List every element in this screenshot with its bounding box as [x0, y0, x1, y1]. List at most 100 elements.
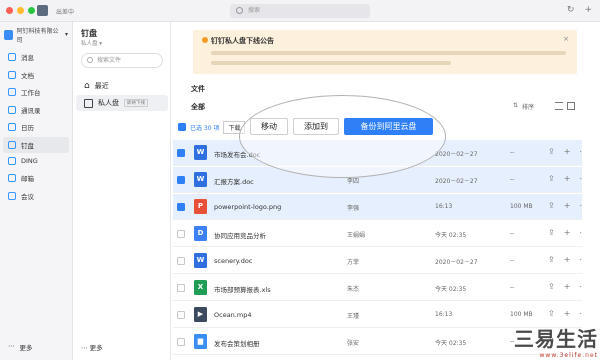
- file-row[interactable]: Ppowerpoint-logo.png 李强 16:13 100 MB ⇪ + ⋯: [173, 194, 582, 220]
- sidebar-more[interactable]: ⋯ 更多: [8, 342, 33, 352]
- file-name[interactable]: 协同应用竞品分析: [214, 230, 266, 240]
- panel-item-private-label: 私人盘: [98, 99, 119, 107]
- mail-icon: [8, 174, 16, 182]
- sidebar-item-7[interactable]: 邮箱: [0, 170, 72, 186]
- file-owner: 朱杰: [347, 286, 360, 293]
- close-icon[interactable]: ×: [563, 35, 569, 43]
- move-button[interactable]: 移动: [250, 118, 288, 135]
- org-icon: [4, 29, 14, 40]
- more-icon[interactable]: ⋯: [579, 201, 582, 210]
- minimize-window-button[interactable]: [17, 7, 24, 14]
- file-type-icon: W: [194, 253, 207, 268]
- message-icon: [8, 53, 16, 61]
- sidebar-item-2[interactable]: 工作台: [0, 84, 72, 100]
- panel-item-private[interactable]: 私人盘 即将下线: [76, 95, 168, 111]
- panel-more[interactable]: ⋯ 更多: [81, 342, 103, 352]
- contacts-icon: [8, 105, 16, 114]
- add-icon[interactable]: +: [564, 147, 571, 156]
- add-icon[interactable]: +: [564, 309, 571, 318]
- share-icon[interactable]: ⇪: [548, 174, 555, 183]
- row-checkbox[interactable]: [177, 149, 185, 157]
- sidebar-item-6[interactable]: DING: [0, 153, 72, 169]
- search-icon: [87, 57, 93, 63]
- sidebar-item-4[interactable]: 日历: [0, 119, 72, 135]
- more-icon[interactable]: ⋯: [579, 282, 582, 291]
- select-all-checkbox[interactable]: [178, 123, 186, 131]
- more-icon[interactable]: ⋯: [579, 309, 582, 318]
- file-date: 2020－02－27: [435, 178, 478, 185]
- org-switcher[interactable]: 阿钉科技有限公司 ▾: [4, 27, 68, 44]
- sidebar-item-3[interactable]: 通讯录: [0, 102, 72, 118]
- panel-item-recent-label: 最近: [94, 82, 109, 90]
- close-window-button[interactable]: [6, 7, 13, 14]
- more-icon[interactable]: ⋯: [579, 174, 582, 183]
- history-icon[interactable]: ↻: [567, 5, 575, 15]
- meeting-icon: [8, 191, 16, 200]
- add-to-button[interactable]: 添加到: [293, 118, 339, 135]
- file-type-icon: W: [194, 145, 207, 160]
- panel-title: 钉盘: [81, 29, 97, 38]
- notice-banner: 钉钉私人盘下线公告 ×: [193, 30, 577, 74]
- file-row[interactable]: D 协同应用竞品分析 王娟娟 今天 02:35 -- ⇪ + ⋯: [173, 221, 582, 247]
- sidebar-item-label: 消息: [21, 54, 34, 62]
- share-icon[interactable]: ⇪: [548, 282, 555, 291]
- file-owner: 王瑾: [347, 313, 360, 320]
- file-name[interactable]: 发布会策划相册: [214, 338, 260, 348]
- section-title: 文件: [191, 85, 205, 93]
- global-search[interactable]: 搜索: [230, 4, 370, 18]
- maximize-window-button[interactable]: [28, 7, 35, 14]
- user-status[interactable]: 出差中: [56, 7, 74, 16]
- file-search-input[interactable]: 搜索文件: [81, 53, 163, 68]
- panel-item-recent[interactable]: ⌂ 最近: [76, 78, 168, 94]
- row-checkbox[interactable]: [177, 338, 185, 346]
- add-icon[interactable]: +: [584, 5, 592, 15]
- calendar-icon: [8, 123, 16, 131]
- row-checkbox[interactable]: [177, 257, 185, 265]
- sidebar-item-1[interactable]: 文档: [0, 67, 72, 83]
- file-date: 今天 02:35: [435, 286, 467, 293]
- file-name[interactable]: Ocean.mp4: [214, 311, 251, 319]
- add-icon[interactable]: +: [564, 282, 571, 291]
- share-icon[interactable]: ⇪: [548, 309, 555, 318]
- sort-label: 排序: [522, 104, 535, 111]
- file-name[interactable]: 市场部预算报表.xls: [214, 284, 271, 294]
- share-icon[interactable]: ⇪: [548, 201, 555, 210]
- file-name[interactable]: 汇报方案.doc: [214, 176, 254, 186]
- sidebar-item-8[interactable]: 会议: [0, 188, 72, 204]
- sidebar-item-label: 工作台: [21, 89, 41, 97]
- user-avatar[interactable]: [37, 5, 48, 16]
- grid-view-icon[interactable]: [567, 102, 575, 110]
- file-name[interactable]: scenery.doc: [214, 257, 252, 265]
- add-icon[interactable]: +: [564, 228, 571, 237]
- row-checkbox[interactable]: [177, 311, 185, 319]
- file-size: --: [510, 149, 515, 156]
- file-name[interactable]: powerpoint-logo.png: [214, 203, 281, 211]
- row-checkbox[interactable]: [177, 176, 185, 184]
- row-checkbox[interactable]: [177, 203, 185, 211]
- file-size: 100 MB: [510, 203, 533, 210]
- file-row[interactable]: X 市场部预算报表.xls 朱杰 今天 02:35 -- ⇪ + ⋯: [173, 275, 582, 301]
- list-view-icon[interactable]: [555, 102, 563, 110]
- add-icon[interactable]: +: [564, 201, 571, 210]
- sort-button[interactable]: ⇅ 排序: [513, 102, 534, 111]
- more-icon[interactable]: ⋯: [579, 228, 582, 237]
- row-checkbox[interactable]: [177, 284, 185, 292]
- row-checkbox[interactable]: [177, 230, 185, 238]
- add-icon[interactable]: +: [564, 174, 571, 183]
- sidebar-item-0[interactable]: 消息: [0, 49, 72, 65]
- file-row[interactable]: Wscenery.doc 方菲 2020－02－27 -- ⇪ + ⋯: [173, 248, 582, 274]
- panel-more-label: 更多: [89, 344, 103, 352]
- global-search-placeholder: 搜索: [248, 7, 261, 14]
- panel-subtitle[interactable]: 私人盘 ▾: [81, 39, 102, 47]
- sidebar-item-label: 钉盘: [21, 141, 34, 150]
- add-icon[interactable]: +: [564, 255, 571, 264]
- private-drive-icon: [84, 98, 93, 108]
- backup-aliyun-button[interactable]: 备份到阿里云盘: [344, 118, 433, 135]
- more-icon[interactable]: ⋯: [579, 147, 582, 156]
- share-icon[interactable]: ⇪: [548, 147, 555, 156]
- share-icon[interactable]: ⇪: [548, 228, 555, 237]
- more-icon[interactable]: ⋯: [579, 255, 582, 264]
- file-date: 2020－02－27: [435, 259, 478, 266]
- share-icon[interactable]: ⇪: [548, 255, 555, 264]
- sidebar-item-5[interactable]: 钉盘: [3, 136, 69, 153]
